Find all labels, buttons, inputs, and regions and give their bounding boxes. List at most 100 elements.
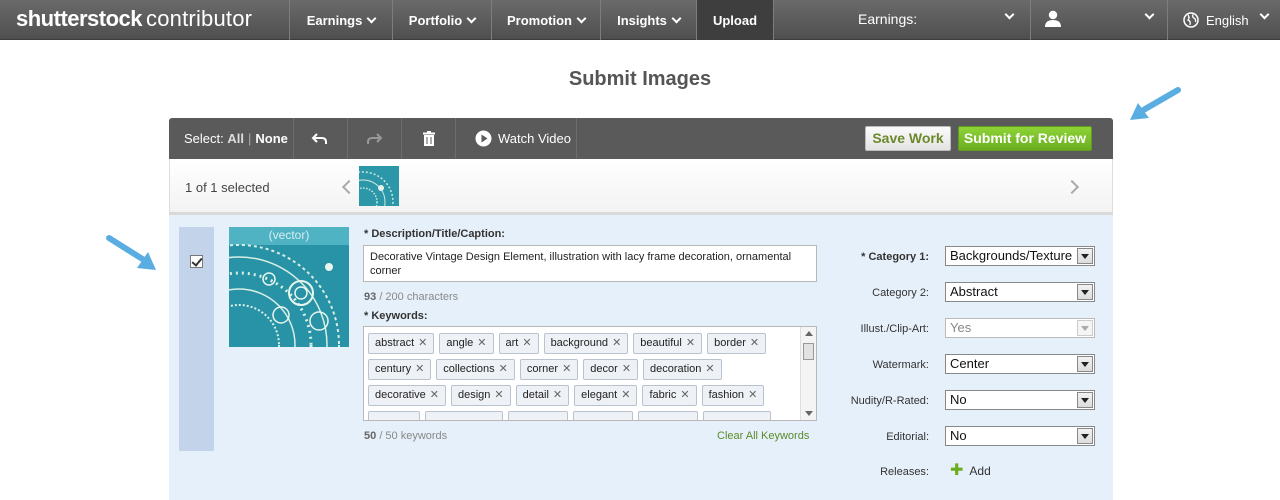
keyword-row-partial — [368, 411, 776, 420]
scroll-down-icon[interactable] — [805, 411, 813, 416]
keyword-tag[interactable]: decor ✕ — [583, 359, 639, 380]
earnings-dropdown[interactable]: Earnings: — [773, 0, 1029, 40]
image-preview[interactable]: (vector) — [229, 227, 349, 347]
keyword-tag[interactable] — [425, 411, 503, 420]
select-all-link[interactable]: All — [227, 131, 244, 146]
keyword-text: angle — [446, 337, 474, 349]
description-textarea[interactable]: Decorative Vintage Design Element, illus… — [363, 245, 817, 282]
remove-icon[interactable]: ✕ — [748, 389, 757, 401]
nav-insights[interactable]: Insights — [600, 0, 696, 40]
scroll-thumb[interactable] — [803, 343, 814, 360]
keyword-text: design — [457, 389, 491, 401]
logo[interactable]: shutterstock contributor — [16, 6, 252, 34]
remove-icon[interactable]: ✕ — [622, 363, 631, 375]
remove-icon[interactable]: ✕ — [705, 363, 714, 375]
save-work-button[interactable]: Save Work — [865, 126, 951, 151]
keyword-tag[interactable] — [508, 411, 568, 420]
keyword-tag[interactable] — [368, 411, 420, 420]
releases-label: Releases: — [880, 466, 929, 478]
trash-icon[interactable] — [419, 129, 439, 149]
logo-brand: shutterstock — [16, 6, 143, 31]
chevron-left-icon[interactable] — [341, 179, 357, 195]
keyword-row: abstract ✕ angle ✕ art ✕ background ✕ beautiful ✕… — [368, 333, 771, 355]
keyword-tag[interactable]: design ✕ — [450, 385, 511, 406]
keyword-text: decoration — [650, 363, 702, 375]
keyword-tag[interactable]: decorative ✕ — [368, 385, 446, 406]
keyword-tag[interactable]: abstract ✕ — [368, 333, 435, 354]
dropdown-arrow-icon — [1077, 320, 1093, 336]
remove-icon[interactable]: ✕ — [522, 337, 531, 349]
illustration-select: Yes — [945, 318, 1095, 338]
remove-icon[interactable]: ✕ — [750, 337, 759, 349]
remove-icon[interactable]: ✕ — [680, 389, 689, 401]
item-select-column — [179, 227, 214, 451]
keyword-tag[interactable]: elegant ✕ — [574, 385, 638, 406]
nav-earnings-label: Earnings — [306, 12, 363, 28]
keyword-tag[interactable]: decoration ✕ — [643, 359, 722, 380]
keyword-tag[interactable]: detail ✕ — [515, 385, 570, 406]
keyword-tag[interactable]: border ✕ — [707, 333, 767, 354]
nav-insights-label: Insights — [617, 12, 667, 28]
keyword-tag[interactable]: fabric ✕ — [642, 385, 697, 406]
keyword-count-value: 50 — [364, 430, 377, 442]
remove-icon[interactable]: ✕ — [494, 389, 503, 401]
keyword-tag[interactable]: angle ✕ — [439, 333, 494, 354]
add-release-button[interactable]: ✚ Add — [950, 463, 991, 479]
keyword-tag[interactable]: beautiful ✕ — [633, 333, 703, 354]
remove-icon[interactable]: ✕ — [562, 363, 571, 375]
keyword-tag[interactable]: collections ✕ — [436, 359, 515, 380]
keyword-tag[interactable]: background ✕ — [543, 333, 629, 354]
select-label: Select: — [184, 131, 224, 146]
keyword-tag[interactable]: corner ✕ — [519, 359, 579, 380]
page-title: Submit Images — [568, 68, 712, 90]
select-none-link[interactable]: None — [255, 131, 288, 146]
item-checkbox[interactable] — [190, 255, 203, 268]
category2-label: Category 2: — [872, 287, 929, 299]
remove-icon[interactable]: ✕ — [415, 363, 424, 375]
nudity-select[interactable]: No — [945, 390, 1095, 410]
keyword-count-limit: / 50 keywords — [379, 430, 448, 442]
nav-upload[interactable]: Upload — [696, 0, 773, 40]
watermark-select[interactable]: Center — [945, 354, 1095, 374]
nav-upload-label: Upload — [712, 12, 758, 28]
thumbnail-image[interactable] — [359, 166, 399, 206]
editorial-select[interactable]: No — [945, 426, 1095, 446]
user-menu[interactable] — [1030, 0, 1167, 40]
submit-for-review-button[interactable]: Submit for Review — [958, 126, 1092, 151]
remove-icon[interactable]: ✕ — [430, 389, 439, 401]
keywords-box[interactable]: abstract ✕ angle ✕ art ✕ background ✕ beautiful ✕… — [363, 326, 817, 421]
chevron-right-icon[interactable] — [1064, 179, 1080, 195]
nav-portfolio[interactable]: Portfolio — [392, 0, 491, 40]
category1-value: Backgrounds/Texture — [950, 248, 1073, 263]
toolbar-divider — [455, 118, 456, 159]
keyword-tag[interactable]: fashion ✕ — [701, 385, 765, 406]
keyword-tag[interactable] — [573, 411, 633, 420]
redo-icon[interactable] — [364, 129, 384, 149]
remove-icon[interactable]: ✕ — [499, 363, 508, 375]
keyword-tag[interactable] — [703, 411, 771, 420]
toolbar-divider — [401, 118, 402, 159]
remove-icon[interactable]: ✕ — [418, 337, 427, 349]
remove-icon[interactable]: ✕ — [686, 337, 695, 349]
remove-icon[interactable]: ✕ — [612, 337, 621, 349]
remove-icon[interactable]: ✕ — [621, 389, 630, 401]
category2-select[interactable]: Abstract — [945, 282, 1095, 302]
language-selector[interactable]: English — [1167, 0, 1280, 40]
keyword-tag[interactable] — [638, 411, 698, 420]
nav-earnings[interactable]: Earnings — [289, 0, 392, 40]
remove-icon[interactable]: ✕ — [477, 337, 486, 349]
nav-promotion[interactable]: Promotion — [491, 0, 600, 40]
undo-icon[interactable] — [310, 129, 330, 149]
image-item-editor: (vector) * Description/Title/Caption: De… — [169, 215, 1113, 500]
chevron-down-icon — [1259, 9, 1270, 20]
category1-label: * Category 1: — [861, 251, 929, 263]
remove-icon[interactable]: ✕ — [553, 389, 562, 401]
illustration-value: Yes — [950, 320, 972, 335]
keyword-tag[interactable]: century ✕ — [368, 359, 432, 380]
category1-select[interactable]: Backgrounds/Texture — [945, 246, 1095, 266]
description-char-count: 93 / 200 characters — [364, 291, 458, 303]
description-label: * Description/Title/Caption: — [364, 228, 505, 240]
watermark-label: Watermark: — [872, 359, 929, 371]
watch-video-button[interactable]: Watch Video — [475, 130, 571, 147]
keyword-tag[interactable]: art ✕ — [498, 333, 539, 354]
